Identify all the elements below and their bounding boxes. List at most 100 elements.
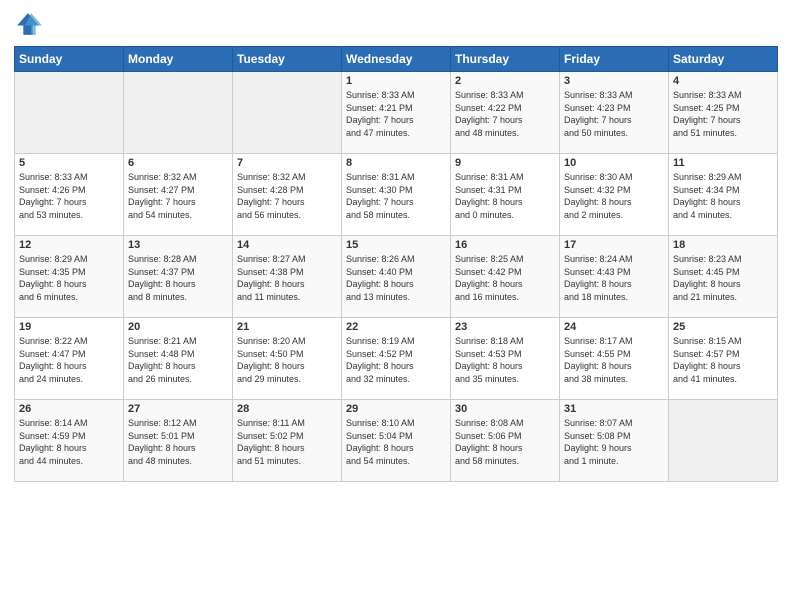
day-info: Sunrise: 8:31 AM Sunset: 4:30 PM Dayligh… — [346, 171, 446, 221]
calendar-cell: 18 Sunrise: 8:23 AM Sunset: 4:45 PM Dayli… — [669, 236, 778, 318]
day-number: 17 — [564, 239, 664, 251]
calendar-cell: 16 Sunrise: 8:25 AM Sunset: 4:42 PM Dayli… — [451, 236, 560, 318]
day-info: Sunrise: 8:17 AM Sunset: 4:55 PM Dayligh… — [564, 335, 664, 385]
page-header — [14, 10, 778, 38]
day-number: 22 — [346, 321, 446, 333]
day-info: Sunrise: 8:33 AM Sunset: 4:21 PM Dayligh… — [346, 89, 446, 139]
weekday-header-monday: Monday — [124, 47, 233, 72]
day-number: 16 — [455, 239, 555, 251]
calendar-week-row: 26Sunrise: 8:14 AM Sunset: 4:59 PM Dayli… — [15, 400, 778, 482]
calendar-cell — [233, 72, 342, 154]
calendar-cell: 2Sunrise: 8:33 AM Sunset: 4:22 PM Daylig… — [451, 72, 560, 154]
day-info: Sunrise: 8:25 AM Sunset: 4:42 PM Dayligh… — [455, 253, 555, 303]
day-number: 11 — [673, 157, 773, 169]
weekday-header-saturday: Saturday — [669, 47, 778, 72]
day-number: 9 — [455, 157, 555, 169]
calendar-cell: 24 Sunrise: 8:17 AM Sunset: 4:55 PM Dayli… — [560, 318, 669, 400]
day-number: 5 — [19, 157, 119, 169]
calendar-cell: 3Sunrise: 8:33 AM Sunset: 4:23 PM Daylig… — [560, 72, 669, 154]
day-number: 27 — [128, 403, 228, 415]
day-info: Sunrise: 8:11 AM Sunset: 5:02 PM Dayligh… — [237, 417, 337, 467]
day-number: 30 — [455, 403, 555, 415]
day-info: Sunrise: 8:31 AM Sunset: 4:31 PM Dayligh… — [455, 171, 555, 221]
day-number: 7 — [237, 157, 337, 169]
day-info: Sunrise: 8:10 AM Sunset: 5:04 PM Dayligh… — [346, 417, 446, 467]
day-number: 19 — [19, 321, 119, 333]
calendar-cell: 28 Sunrise: 8:11 AM Sunset: 5:02 PM Dayli… — [233, 400, 342, 482]
day-number: 6 — [128, 157, 228, 169]
calendar-cell: 12Sunrise: 8:29 AM Sunset: 4:35 PM Dayli… — [15, 236, 124, 318]
calendar-week-row: 5 Sunrise: 8:33 AM Sunset: 4:26 PM Daylig… — [15, 154, 778, 236]
calendar-cell: 20Sunrise: 8:21 AM Sunset: 4:48 PM Dayli… — [124, 318, 233, 400]
day-info: Sunrise: 8:32 AM Sunset: 4:27 PM Dayligh… — [128, 171, 228, 221]
day-info: Sunrise: 8:12 AM Sunset: 5:01 PM Dayligh… — [128, 417, 228, 467]
day-info: Sunrise: 8:19 AM Sunset: 4:52 PM Dayligh… — [346, 335, 446, 385]
day-info: Sunrise: 8:18 AM Sunset: 4:53 PM Dayligh… — [455, 335, 555, 385]
weekday-header-row: SundayMondayTuesdayWednesdayThursdayFrid… — [15, 47, 778, 72]
logo — [14, 10, 46, 38]
day-number: 31 — [564, 403, 664, 415]
day-info: Sunrise: 8:08 AM Sunset: 5:06 PM Dayligh… — [455, 417, 555, 467]
calendar-week-row: 19 Sunrise: 8:22 AM Sunset: 4:47 PM Dayli… — [15, 318, 778, 400]
calendar-cell: 25 Sunrise: 8:15 AM Sunset: 4:57 PM Dayli… — [669, 318, 778, 400]
calendar-cell: 5 Sunrise: 8:33 AM Sunset: 4:26 PM Daylig… — [15, 154, 124, 236]
calendar-cell: 22 Sunrise: 8:19 AM Sunset: 4:52 PM Dayli… — [342, 318, 451, 400]
day-info: Sunrise: 8:30 AM Sunset: 4:32 PM Dayligh… — [564, 171, 664, 221]
day-number: 13 — [128, 239, 228, 251]
day-number: 23 — [455, 321, 555, 333]
calendar-cell: 8Sunrise: 8:31 AM Sunset: 4:30 PM Daylig… — [342, 154, 451, 236]
day-info: Sunrise: 8:26 AM Sunset: 4:40 PM Dayligh… — [346, 253, 446, 303]
day-info: Sunrise: 8:21 AM Sunset: 4:48 PM Dayligh… — [128, 335, 228, 385]
day-info: Sunrise: 8:27 AM Sunset: 4:38 PM Dayligh… — [237, 253, 337, 303]
calendar-cell: 27 Sunrise: 8:12 AM Sunset: 5:01 PM Dayli… — [124, 400, 233, 482]
calendar-cell: 1Sunrise: 8:33 AM Sunset: 4:21 PM Daylig… — [342, 72, 451, 154]
calendar-week-row: 12Sunrise: 8:29 AM Sunset: 4:35 PM Dayli… — [15, 236, 778, 318]
calendar-cell — [124, 72, 233, 154]
calendar-table: SundayMondayTuesdayWednesdayThursdayFrid… — [14, 46, 778, 482]
day-number: 12 — [19, 239, 119, 251]
day-number: 28 — [237, 403, 337, 415]
calendar-cell: 9 Sunrise: 8:31 AM Sunset: 4:31 PM Daylig… — [451, 154, 560, 236]
calendar-cell: 4 Sunrise: 8:33 AM Sunset: 4:25 PM Daylig… — [669, 72, 778, 154]
day-info: Sunrise: 8:28 AM Sunset: 4:37 PM Dayligh… — [128, 253, 228, 303]
calendar-cell: 15 Sunrise: 8:26 AM Sunset: 4:40 PM Dayli… — [342, 236, 451, 318]
day-number: 24 — [564, 321, 664, 333]
day-number: 14 — [237, 239, 337, 251]
day-info: Sunrise: 8:22 AM Sunset: 4:47 PM Dayligh… — [19, 335, 119, 385]
day-number: 29 — [346, 403, 446, 415]
day-info: Sunrise: 8:24 AM Sunset: 4:43 PM Dayligh… — [564, 253, 664, 303]
calendar-cell — [669, 400, 778, 482]
day-info: Sunrise: 8:33 AM Sunset: 4:23 PM Dayligh… — [564, 89, 664, 139]
logo-icon — [14, 10, 42, 38]
day-number: 15 — [346, 239, 446, 251]
weekday-header-friday: Friday — [560, 47, 669, 72]
day-info: Sunrise: 8:33 AM Sunset: 4:26 PM Dayligh… — [19, 171, 119, 221]
day-number: 18 — [673, 239, 773, 251]
calendar-cell: 31 Sunrise: 8:07 AM Sunset: 5:08 PM Dayli… — [560, 400, 669, 482]
calendar-cell: 26Sunrise: 8:14 AM Sunset: 4:59 PM Dayli… — [15, 400, 124, 482]
day-info: Sunrise: 8:23 AM Sunset: 4:45 PM Dayligh… — [673, 253, 773, 303]
day-number: 4 — [673, 75, 773, 87]
calendar-cell: 30 Sunrise: 8:08 AM Sunset: 5:06 PM Dayli… — [451, 400, 560, 482]
day-number: 26 — [19, 403, 119, 415]
calendar-cell: 23 Sunrise: 8:18 AM Sunset: 4:53 PM Dayli… — [451, 318, 560, 400]
day-info: Sunrise: 8:32 AM Sunset: 4:28 PM Dayligh… — [237, 171, 337, 221]
day-info: Sunrise: 8:07 AM Sunset: 5:08 PM Dayligh… — [564, 417, 664, 467]
calendar-cell — [15, 72, 124, 154]
weekday-header-wednesday: Wednesday — [342, 47, 451, 72]
calendar-cell: 29 Sunrise: 8:10 AM Sunset: 5:04 PM Dayli… — [342, 400, 451, 482]
calendar-week-row: 1Sunrise: 8:33 AM Sunset: 4:21 PM Daylig… — [15, 72, 778, 154]
calendar-cell: 6 Sunrise: 8:32 AM Sunset: 4:27 PM Daylig… — [124, 154, 233, 236]
weekday-header-sunday: Sunday — [15, 47, 124, 72]
day-number: 2 — [455, 75, 555, 87]
day-info: Sunrise: 8:15 AM Sunset: 4:57 PM Dayligh… — [673, 335, 773, 385]
day-number: 21 — [237, 321, 337, 333]
day-info: Sunrise: 8:33 AM Sunset: 4:25 PM Dayligh… — [673, 89, 773, 139]
day-number: 25 — [673, 321, 773, 333]
calendar-cell: 7 Sunrise: 8:32 AM Sunset: 4:28 PM Daylig… — [233, 154, 342, 236]
weekday-header-thursday: Thursday — [451, 47, 560, 72]
calendar-cell: 11 Sunrise: 8:29 AM Sunset: 4:34 PM Dayli… — [669, 154, 778, 236]
day-info: Sunrise: 8:29 AM Sunset: 4:34 PM Dayligh… — [673, 171, 773, 221]
calendar-cell: 10Sunrise: 8:30 AM Sunset: 4:32 PM Dayli… — [560, 154, 669, 236]
calendar-cell: 21Sunrise: 8:20 AM Sunset: 4:50 PM Dayli… — [233, 318, 342, 400]
